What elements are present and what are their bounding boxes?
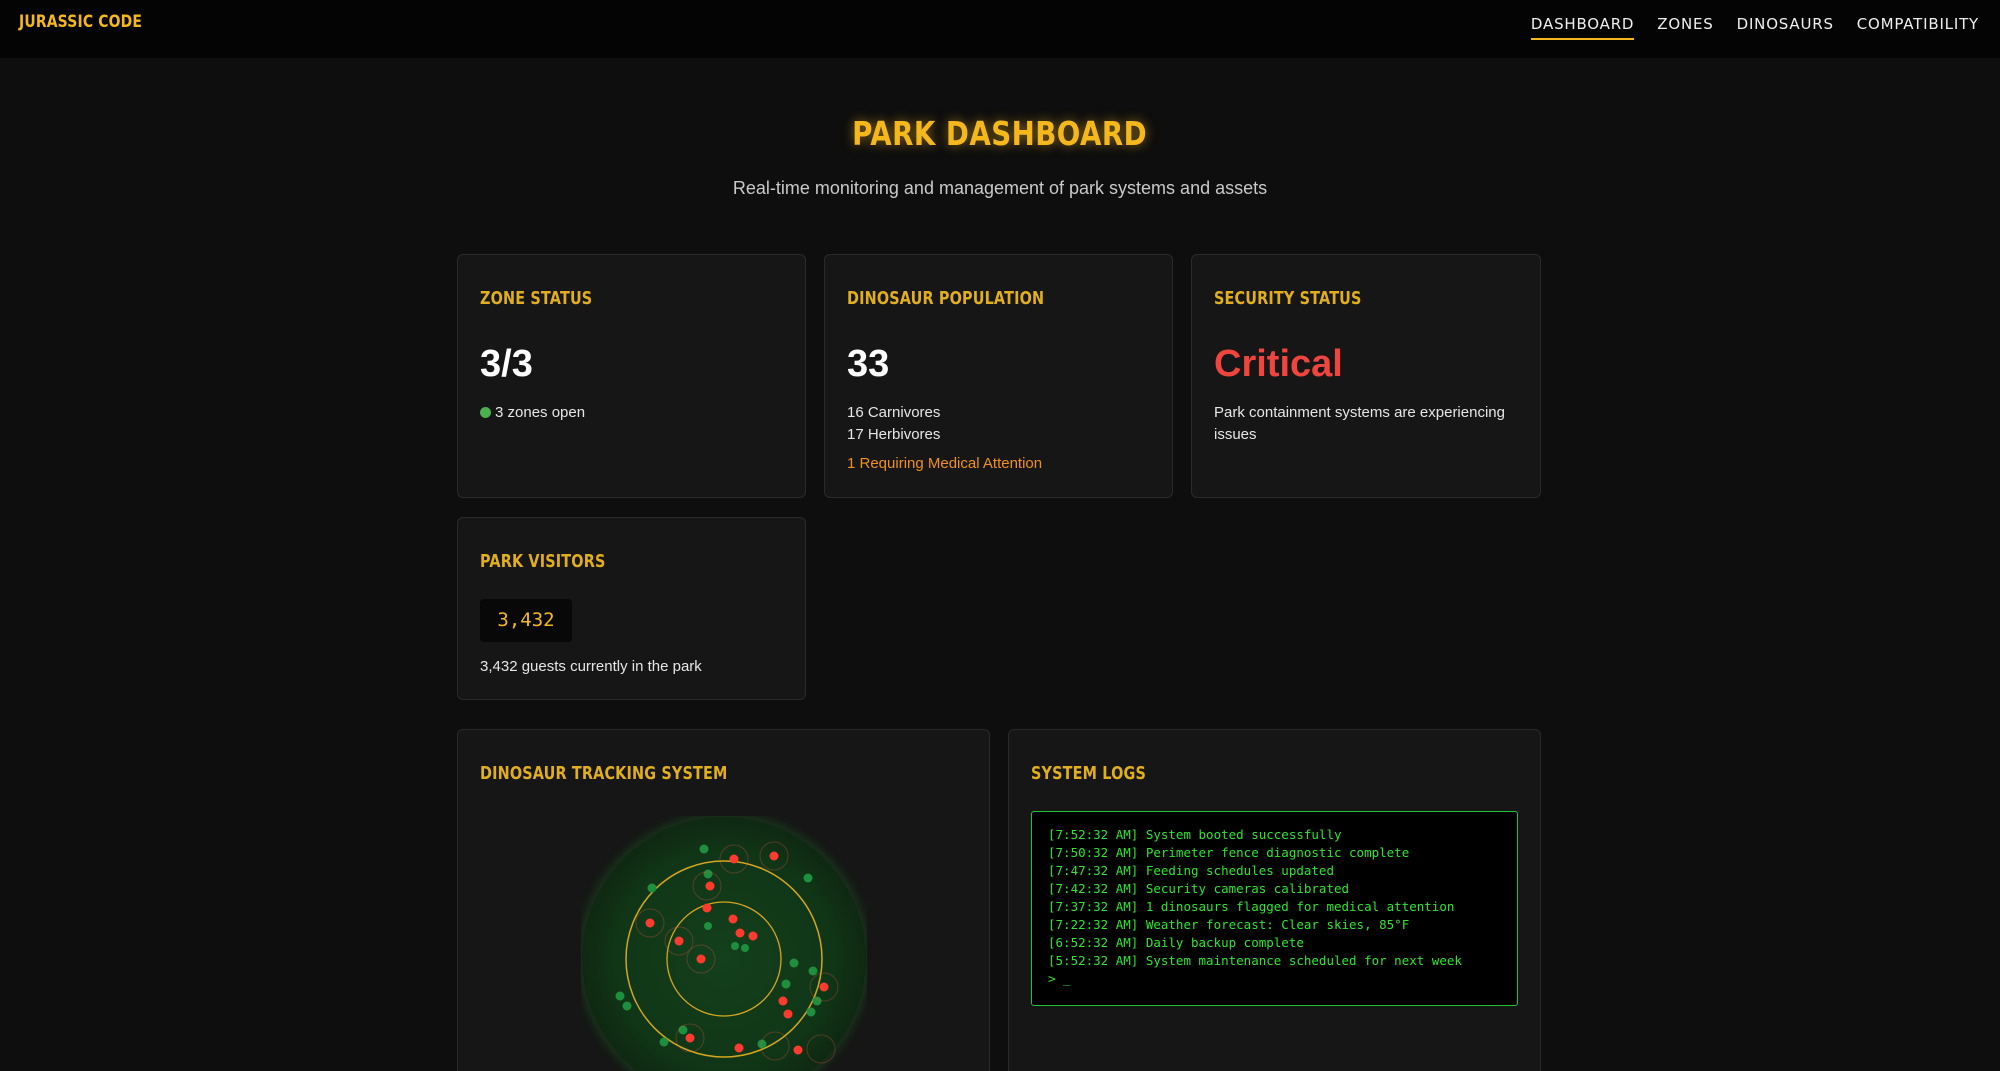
zone-status-detail: 3 zones open <box>480 402 585 424</box>
carnivore-marker[interactable] <box>729 854 739 864</box>
page-title-text: PARK DASHBOARD <box>852 114 1148 153</box>
terminal-prompt[interactable]: > _ <box>1048 970 1517 988</box>
carnivore-marker[interactable] <box>735 928 745 938</box>
log-terminal[interactable]: [7:52:32 AM] System booted successfully … <box>1031 811 1518 1006</box>
logs-title: SYSTEM LOGS <box>1031 763 1147 784</box>
medical-attention-text: 1 Requiring Medical Attention <box>847 455 1043 472</box>
top-navbar: JURASSIC CODE DASHBOARD ZONES DINOSAURS … <box>0 0 2000 58</box>
herbivores-count: 17 Herbivores <box>847 426 941 443</box>
herbivore-marker[interactable] <box>659 1037 669 1047</box>
carnivore-marker[interactable] <box>728 914 738 924</box>
system-logs-card: SYSTEM LOGS [7:52:32 AM] System booted s… <box>1008 729 1541 1071</box>
visitors-title: PARK VISITORS <box>480 551 606 572</box>
page-subtitle: Real-time monitoring and management of p… <box>732 178 1268 198</box>
dinosaur-population-card: DINOSAUR POPULATION 33 16 Carnivores 17 … <box>824 254 1173 498</box>
carnivore-marker[interactable] <box>778 996 788 1006</box>
nav-item-compatibility[interactable]: COMPATIBILITY <box>1857 15 1979 40</box>
zone-status-card: ZONE STATUS 3/3 3 zones open <box>457 254 806 498</box>
nav-item-dashboard[interactable]: DASHBOARD <box>1530 15 1635 40</box>
carnivore-marker[interactable] <box>748 931 758 941</box>
zone-status-value: 3/3 <box>480 343 533 385</box>
security-status-value: Critical <box>1214 343 1343 385</box>
population-title: DINOSAUR POPULATION <box>847 288 1045 309</box>
security-title: SECURITY STATUS <box>1214 288 1362 309</box>
log-line: [7:22:32 AM] Weather forecast: Clear ski… <box>1048 917 1410 932</box>
log-line: [7:52:32 AM] System booted successfully <box>1048 827 1342 842</box>
carnivore-marker[interactable] <box>685 1033 695 1043</box>
app-logo[interactable]: JURASSIC CODE <box>19 12 142 32</box>
log-line: [7:50:32 AM] Perimeter fence diagnostic … <box>1048 845 1410 860</box>
herbivore-marker[interactable] <box>699 844 709 854</box>
nav-item-dinosaurs[interactable]: DINOSAURS <box>1737 15 1834 40</box>
carnivore-marker[interactable] <box>793 1045 803 1055</box>
security-description: Park containment systems are experiencin… <box>1214 404 1505 443</box>
herbivore-marker[interactable] <box>781 979 791 989</box>
tracking-radar[interactable] <box>581 816 867 1071</box>
herbivore-marker[interactable] <box>806 1007 816 1017</box>
carnivore-marker[interactable] <box>705 881 715 891</box>
carnivore-marker[interactable] <box>696 954 706 964</box>
herbivore-marker[interactable] <box>803 873 813 883</box>
herbivore-marker[interactable] <box>678 1025 688 1035</box>
carnivore-marker[interactable] <box>769 851 779 861</box>
log-line: [7:37:32 AM] 1 dinosaurs flagged for med… <box>1048 899 1455 914</box>
log-line: [7:42:32 AM] Security cameras calibrated <box>1048 881 1350 896</box>
page-title: PARK DASHBOARD <box>0 114 2000 153</box>
log-line: [5:52:32 AM] System maintenance schedule… <box>1048 953 1462 968</box>
herbivore-marker[interactable] <box>615 991 625 1001</box>
visitors-description: 3,432 guests currently in the park <box>480 658 702 675</box>
carnivores-count: 16 Carnivores <box>847 404 941 421</box>
carnivore-marker[interactable] <box>645 918 655 928</box>
main-nav: DASHBOARD ZONES DINOSAURS COMPATIBILITY <box>1530 15 1979 40</box>
carnivore-marker[interactable] <box>734 1043 744 1053</box>
visitor-counter: 3,432 <box>480 599 572 642</box>
carnivore-marker[interactable] <box>674 936 684 946</box>
status-dot-icon <box>480 407 491 418</box>
population-value: 33 <box>847 343 890 385</box>
carnivore-marker[interactable] <box>819 982 829 992</box>
herbivore-marker[interactable] <box>741 944 749 952</box>
log-line: [7:47:32 AM] Feeding schedules updated <box>1048 863 1334 878</box>
herbivore-marker[interactable] <box>647 883 657 893</box>
nav-item-zones[interactable]: ZONES <box>1657 15 1713 40</box>
herbivore-marker[interactable] <box>731 942 739 950</box>
carnivore-marker[interactable] <box>783 1009 793 1019</box>
herbivore-marker[interactable] <box>789 958 799 968</box>
tracking-system-card: DINOSAUR TRACKING SYSTEM <box>457 729 990 1071</box>
herbivore-marker[interactable] <box>703 869 713 879</box>
zone-status-title: ZONE STATUS <box>480 288 593 309</box>
tracking-title: DINOSAUR TRACKING SYSTEM <box>480 763 728 784</box>
herbivore-marker[interactable] <box>622 1001 632 1011</box>
park-visitors-card: PARK VISITORS 3,432 3,432 guests current… <box>457 517 806 700</box>
zones-open-text: 3 zones open <box>495 404 586 421</box>
herbivore-marker[interactable] <box>812 996 822 1006</box>
carnivore-marker[interactable] <box>702 903 712 913</box>
log-line: [6:52:32 AM] Daily backup complete <box>1048 935 1304 950</box>
herbivore-marker[interactable] <box>704 922 712 930</box>
security-status-card: SECURITY STATUS Critical Park containmen… <box>1191 254 1541 498</box>
herbivore-marker[interactable] <box>808 966 818 976</box>
